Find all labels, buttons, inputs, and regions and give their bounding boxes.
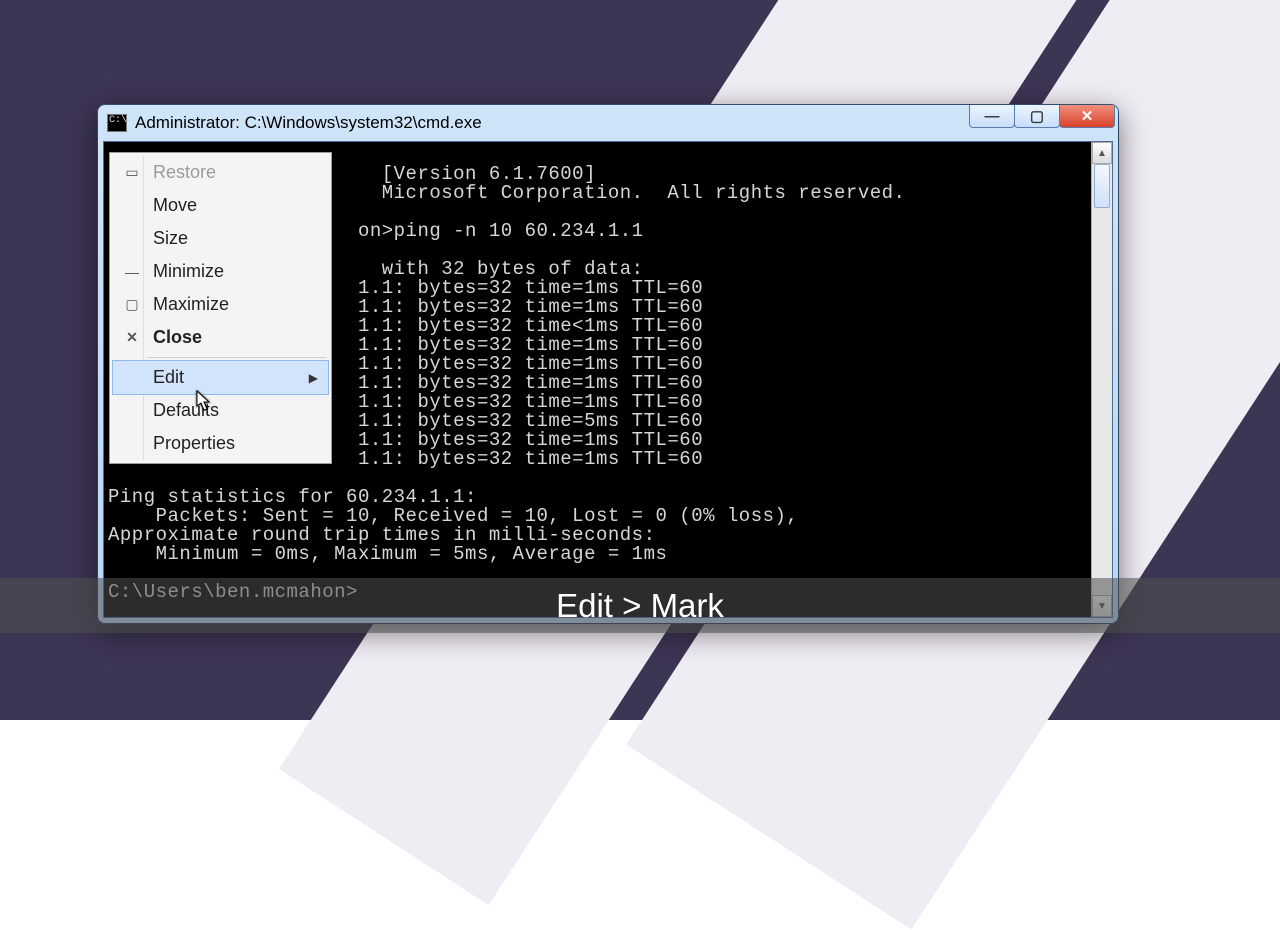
scrollbar-track[interactable]: [1092, 162, 1112, 597]
minimize-icon: —: [123, 264, 141, 280]
window-title: Administrator: C:\Windows\system32\cmd.e…: [135, 113, 482, 133]
close-icon: ✕: [123, 329, 141, 346]
menu-item-properties[interactable]: Properties: [113, 427, 328, 460]
menu-item-label: Close: [153, 327, 202, 348]
minimize-button[interactable]: —: [969, 105, 1015, 128]
maximize-icon: ▢: [123, 296, 141, 313]
menu-item-edit[interactable]: Edit ▶: [113, 361, 328, 394]
close-icon: ✕: [1081, 109, 1094, 124]
scrollbar[interactable]: ▲ ▼: [1091, 142, 1112, 617]
menu-item-label: Properties: [153, 433, 235, 454]
menu-item-minimize[interactable]: — Minimize: [113, 255, 328, 288]
maximize-icon: ▢: [1030, 109, 1044, 124]
window-controls: — ▢ ✕: [970, 105, 1115, 128]
maximize-button[interactable]: ▢: [1014, 105, 1060, 128]
caption-overlay: Edit > Mark: [0, 578, 1280, 633]
caption-text: Edit > Mark: [556, 589, 724, 622]
menu-item-label: Move: [153, 195, 197, 216]
menu-separator: [147, 357, 326, 358]
menu-item-label: Minimize: [153, 261, 224, 282]
menu-item-close[interactable]: ✕ Close: [113, 321, 328, 354]
close-button[interactable]: ✕: [1059, 105, 1115, 128]
menu-item-label: Maximize: [153, 294, 229, 315]
menu-item-defaults[interactable]: Defaults: [113, 394, 328, 427]
cmd-icon: [107, 114, 127, 132]
menu-item-size[interactable]: Size: [113, 222, 328, 255]
menu-item-label: Edit: [153, 367, 184, 388]
menu-item-move[interactable]: Move: [113, 189, 328, 222]
submenu-arrow-icon: ▶: [309, 371, 318, 385]
minimize-icon: —: [985, 109, 1000, 124]
restore-icon: ▭: [123, 164, 141, 181]
system-menu: ▭ Restore Move Size — Minimize ▢ Maximize ✕ Close…: [109, 152, 332, 464]
scrollbar-thumb[interactable]: [1094, 164, 1110, 208]
scroll-up-button[interactable]: ▲: [1092, 142, 1112, 164]
menu-item-label: Restore: [153, 162, 216, 183]
menu-item-label: Size: [153, 228, 188, 249]
menu-item-label: Defaults: [153, 400, 219, 421]
title-bar[interactable]: Administrator: C:\Windows\system32\cmd.e…: [103, 110, 1113, 136]
menu-item-restore: ▭ Restore: [113, 156, 328, 189]
menu-item-maximize[interactable]: ▢ Maximize: [113, 288, 328, 321]
